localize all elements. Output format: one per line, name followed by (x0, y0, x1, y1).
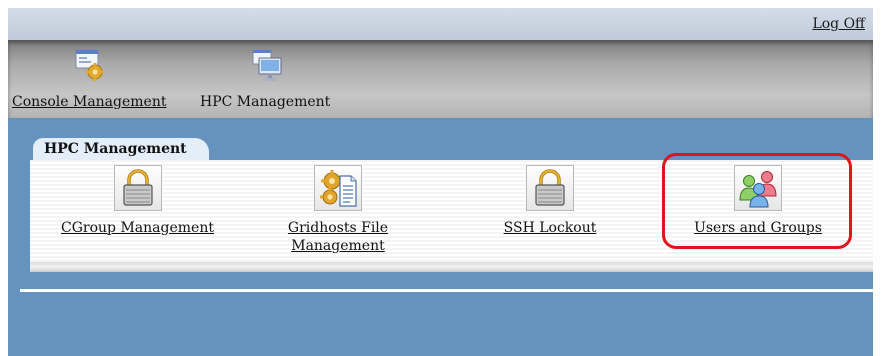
console-management-icon (70, 48, 108, 88)
app-label: Gridhosts File Management (288, 219, 388, 255)
nav-item-hpc-management[interactable]: HPC Management (200, 48, 330, 110)
nav-item-label: HPC Management (200, 94, 331, 110)
nav-item-console-management[interactable]: Console Management (12, 48, 166, 110)
nav-item-label: Console Management (12, 94, 167, 110)
app-users-and-groups[interactable]: Users and Groups (678, 165, 838, 237)
padlock-icon (113, 165, 162, 211)
divider (20, 289, 873, 292)
app-label: CGroup Management (61, 220, 214, 236)
users-groups-icon (734, 165, 782, 211)
app-ssh-lockout[interactable]: SSH Lockout (490, 165, 610, 237)
app-frame: Log Off Console Management HPC Managemen… (8, 8, 873, 356)
panel-bottom-edge (30, 262, 873, 272)
app-cgroup-management[interactable]: CGroup Management (50, 165, 225, 237)
tab-hpc-management[interactable]: HPC Management (33, 138, 209, 160)
gears-document-icon (314, 165, 362, 211)
padlock-icon (526, 165, 574, 211)
app-label-line1: Gridhosts File (287, 220, 389, 236)
navigation-band: Console Management HPC Management (8, 40, 873, 118)
logoff-link[interactable]: Log Off (812, 16, 865, 32)
app-label: SSH Lockout (503, 220, 597, 236)
app-label-line2: Management (291, 238, 385, 254)
hpc-management-icon (245, 48, 285, 88)
app-gridhosts-file-management[interactable]: Gridhosts File Management (273, 165, 403, 255)
app-label: Users and Groups (694, 220, 822, 236)
top-bar: Log Off (8, 8, 873, 40)
